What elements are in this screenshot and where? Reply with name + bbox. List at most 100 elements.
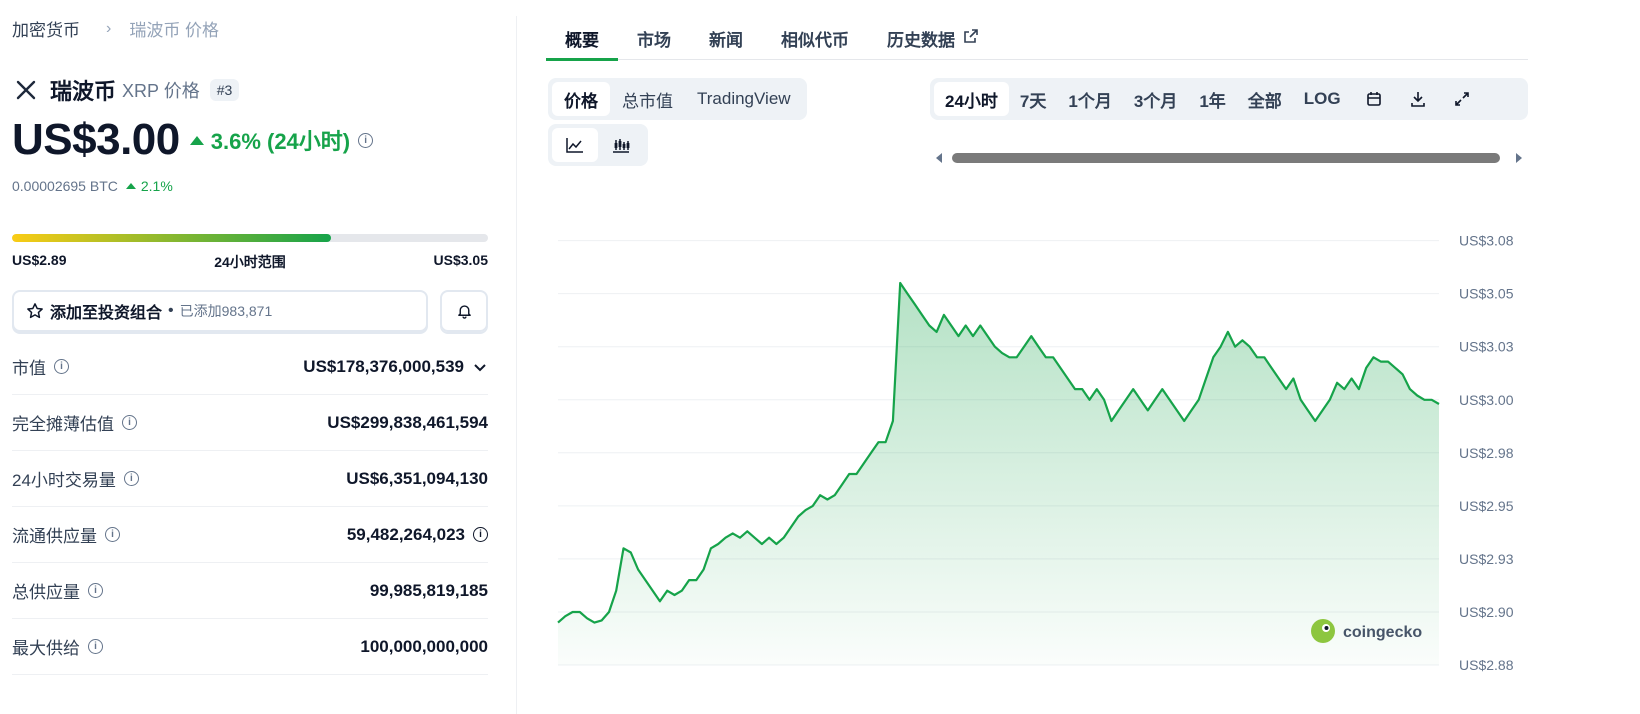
caret-up-icon [189,135,204,145]
tab-historical-data[interactable]: 历史数据 [868,20,998,60]
stat-row-market-cap: 市值 i US$178,376,000,539 [12,339,488,395]
price-alert-button[interactable] [440,290,488,332]
date-picker-button[interactable] [1352,82,1396,116]
chart-type-market-cap[interactable]: 总市值 [610,82,685,116]
bell-icon [457,305,471,319]
add-to-portfolio-button[interactable]: 添加至投资组合 • 已添加983,871 [12,290,428,332]
stat-row-circulating-supply: 流通供应量 i 59,482,264,023 i [12,507,488,563]
scroll-thumb[interactable] [952,153,1500,163]
stat-value: 99,985,819,185 [369,580,488,600]
external-link-icon [964,29,978,43]
candlestick-chart-button[interactable] [598,128,644,162]
download-button[interactable] [1396,82,1440,116]
btc-price-row: 0.00002695 BTC 2.1% [12,178,173,194]
scroll-right-arrow[interactable] [1516,153,1522,163]
tab-historical-data-label: 历史数据 [887,31,955,50]
range-labels: US$2.89 24小时范围 US$3.05 [12,252,488,272]
chart-type-tradingview[interactable]: TradingView [685,82,803,116]
btc-change-text: 2.1% [140,178,173,194]
coin-title-row: 瑞波币 XRP 价格 #3 [12,74,240,106]
info-icon[interactable]: i [473,527,488,542]
coin-symbol: XRP 价格 [122,81,200,101]
breadcrumb-current: 瑞波币 价格 [129,21,220,40]
stat-row-volume: 24小时交易量 i US$6,351,094,130 [12,451,488,507]
stat-label: 总供应量 [12,583,80,602]
tab-news[interactable]: 新闻 [690,20,762,60]
price-chart: US$3.08 US$3.05 US$3.03 US$3.00 US$2.98 US$2.… [557,233,1514,673]
log-scale-toggle[interactable]: LOG [1293,82,1352,116]
chevron-down-icon[interactable] [472,359,488,375]
fullscreen-button[interactable] [1440,82,1484,116]
stat-value: US$6,351,094,130 [346,468,488,488]
stat-label: 24小时交易量 [12,471,116,490]
chevron-right-icon: › [106,19,112,37]
info-icon[interactable]: i [122,415,137,430]
y-tick-label: US$2.93 [1459,551,1514,567]
breadcrumb-parent-link[interactable]: 加密货币 [12,16,80,41]
rank-badge: #3 [209,79,240,101]
info-icon[interactable]: i [54,359,69,374]
stat-value: US$299,838,461,594 [327,412,488,432]
y-axis-tick-labels: US$3.08 US$3.05 US$3.03 US$3.00 US$2.98 US$2.… [1459,233,1514,673]
y-tick-label: US$3.05 [1459,286,1514,302]
stat-row-max-supply: 最大供给 i 100,000,000,000 [12,619,488,675]
tab-overview[interactable]: 概要 [546,20,618,61]
stat-label: 最大供给 [12,639,80,658]
y-tick-label: US$2.95 [1459,498,1514,514]
info-icon[interactable]: i [88,583,103,598]
xrp-logo-icon [12,76,40,104]
info-icon[interactable]: i [123,471,139,486]
breadcrumb: 加密货币 › 瑞波币 价格 [12,16,219,41]
stat-label: 市值 [12,359,46,378]
chart-type-price[interactable]: 价格 [552,82,610,116]
range-all[interactable]: 全部 [1237,82,1293,116]
expand-icon [1454,92,1469,106]
calendar-icon [1366,92,1381,106]
y-tick-label: US$2.98 [1459,445,1514,461]
range-1m[interactable]: 1个月 [1057,82,1122,116]
price-row: US$3.00 3.6% (24小时) i [12,115,374,165]
current-price: US$3.00 [12,115,180,164]
candlestick-icon [613,139,630,153]
stats-list: 市值 i US$178,376,000,539 完全摊薄估值 i US$299,83… [12,339,488,675]
range-bar-fill [12,234,331,242]
range-24h[interactable]: 24小时 [934,82,1009,116]
stat-value: US$178,376,000,539 [303,356,464,376]
stat-value: 59,482,264,023 [346,524,465,544]
range-7d[interactable]: 7天 [1009,82,1057,116]
caret-up-icon [125,183,136,189]
btc-change: 2.1% [125,178,173,194]
add-to-portfolio-label: 添加至投资组合 [50,305,163,322]
line-chart-button[interactable] [552,128,598,162]
info-icon[interactable]: i [88,639,103,654]
scroll-left-arrow[interactable] [936,153,942,163]
range-1y[interactable]: 1年 [1188,82,1236,116]
stat-row-fdv: 完全摊薄估值 i US$299,838,461,594 [12,395,488,451]
range-3m[interactable]: 3个月 [1123,82,1188,116]
info-icon[interactable]: i [358,132,374,148]
panel-divider [516,16,517,714]
download-icon [1410,92,1425,107]
coin-overview-panel: 加密货币 › 瑞波币 价格 瑞波币 XRP 价格 #3 US$3.00 3.6%… [12,0,510,714]
stat-value: 100,000,000,000 [360,636,488,656]
chart-range-scrollbar[interactable] [934,150,1528,166]
tab-markets[interactable]: 市场 [618,20,690,60]
stat-label: 流通供应量 [12,527,97,546]
section-tabs: 概要 市场 新闻 相似代币 历史数据 [546,20,1528,61]
y-tick-label: US$3.03 [1459,339,1514,355]
chart-style-selector [548,124,648,166]
range-label: 24小时范围 [214,254,286,270]
price-change-text: 3.6% (24小时) [210,129,351,154]
info-icon[interactable]: i [105,527,120,542]
btc-price: 0.00002695 BTC [12,178,118,194]
time-range-selector: 24小时 7天 1个月 3个月 1年 全部 LOG [930,78,1528,120]
star-icon [27,303,43,319]
separator-dot: • [168,302,174,319]
chart-type-selector: 价格 总市值 TradingView [548,78,807,120]
coingecko-brand: coingecko [1343,624,1422,641]
tab-similar-coins[interactable]: 相似代币 [762,20,868,60]
price-change: 3.6% (24小时) [189,124,351,156]
range-bar [12,234,488,242]
y-tick-label: US$2.90 [1459,604,1514,620]
range-low: US$2.89 [12,252,67,268]
